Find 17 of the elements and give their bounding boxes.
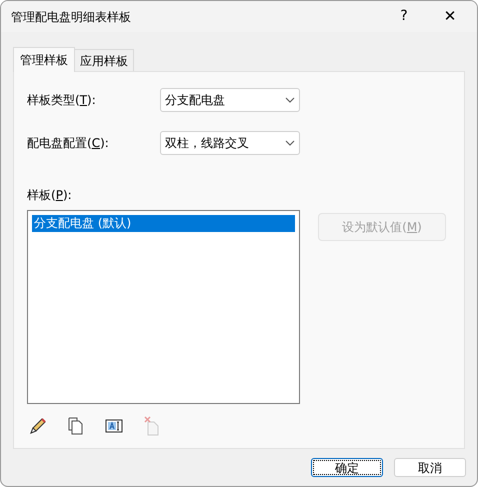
- field-label: 样板类型(T):: [27, 92, 97, 109]
- chevron-icon: [285, 140, 295, 146]
- window-title: 管理配电盘明细表样板: [11, 8, 131, 26]
- help-button[interactable]: ?: [381, 1, 427, 32]
- template-list[interactable]: 分支配电盘 (默认): [27, 210, 300, 404]
- dialog-button[interactable]: 确定: [311, 458, 383, 477]
- chevron-icon: [285, 97, 295, 103]
- tab[interactable]: 应用样板: [75, 49, 134, 71]
- tab[interactable]: 管理样板: [13, 47, 75, 72]
- dialog-button[interactable]: 取消: [394, 458, 466, 477]
- dropdown[interactable]: 双柱，线路交叉: [160, 131, 300, 155]
- close-button[interactable]: ✕: [427, 1, 473, 32]
- pencil-icon[interactable]: [28, 416, 48, 436]
- dropdown[interactable]: 分支配电盘: [160, 88, 300, 112]
- templates-label: 样板(P):: [27, 188, 72, 202]
- field-label: 配电盘配置(C):: [27, 135, 110, 152]
- list-item[interactable]: 分支配电盘 (默认): [32, 215, 295, 232]
